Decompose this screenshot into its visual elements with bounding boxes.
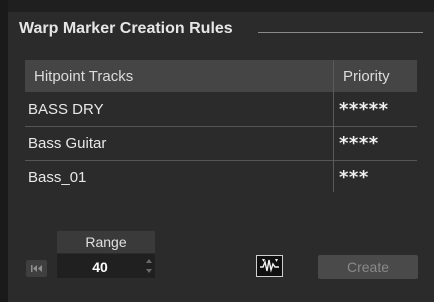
warp-marker-toggle-button[interactable] — [256, 255, 283, 277]
table-row[interactable]: Bass Guitar **** — [25, 127, 417, 161]
skip-to-start-button[interactable] — [26, 260, 47, 277]
range-value: 40 — [92, 259, 108, 275]
range-label: Range — [57, 231, 155, 253]
table-header: Hitpoint Tracks Priority — [25, 60, 417, 92]
spin-down-icon[interactable] — [146, 269, 152, 273]
skip-to-start-icon — [31, 265, 42, 272]
spin-up-icon[interactable] — [146, 259, 152, 263]
track-name: Bass_01 — [28, 169, 87, 186]
warp-waveform-icon — [260, 259, 279, 273]
track-priority-stars[interactable]: ***** — [339, 93, 389, 126]
hitpoint-tracks-table: Hitpoint Tracks Priority BASS DRY ***** … — [25, 60, 417, 192]
table-row[interactable]: BASS DRY ***** — [25, 93, 417, 127]
table-row[interactable]: Bass_01 *** — [25, 161, 417, 194]
range-value-field[interactable]: 40 — [57, 254, 155, 278]
track-name: BASS DRY — [28, 101, 104, 118]
panel-top-strip — [8, 0, 434, 12]
column-header-hitpoint-tracks[interactable]: Hitpoint Tracks — [34, 60, 133, 92]
column-divider — [333, 60, 334, 192]
track-priority-stars[interactable]: *** — [339, 161, 369, 194]
create-button[interactable]: Create — [318, 255, 418, 279]
track-priority-stars[interactable]: **** — [339, 127, 379, 160]
group-title-rule — [258, 32, 423, 33]
column-header-priority[interactable]: Priority — [343, 60, 390, 92]
track-name: Bass Guitar — [28, 135, 107, 152]
left-edge-strip — [0, 0, 8, 302]
group-title: Warp Marker Creation Rules — [19, 20, 233, 37]
